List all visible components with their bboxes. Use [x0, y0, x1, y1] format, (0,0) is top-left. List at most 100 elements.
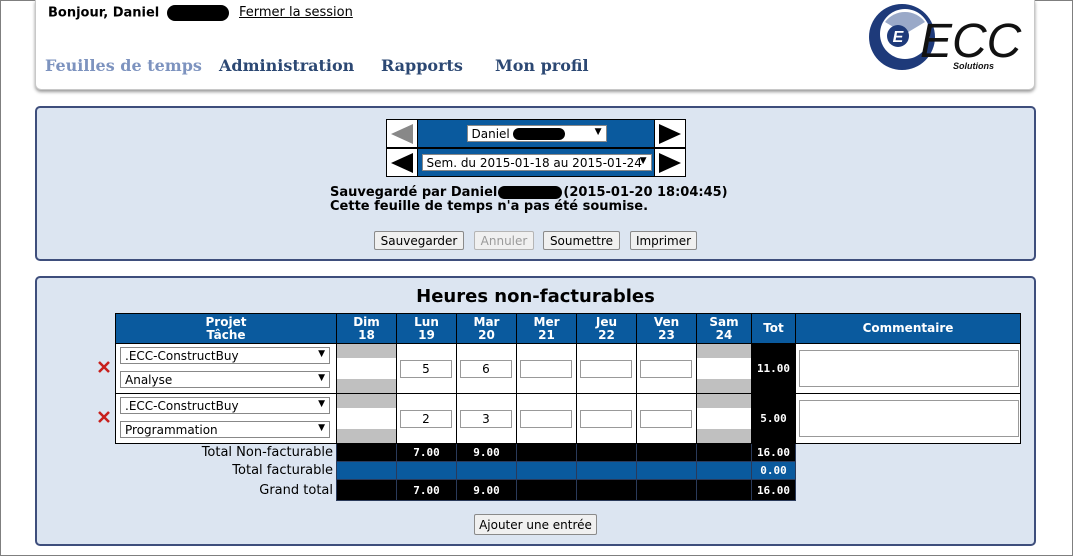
redacted-name: [498, 186, 563, 199]
hours-cell-sun: [336, 343, 397, 394]
day-header-thu: Jeu 22: [576, 313, 637, 344]
hours-input[interactable]: [640, 360, 692, 378]
hours-input[interactable]: [640, 410, 692, 428]
hours-input[interactable]: 6: [460, 360, 512, 378]
print-button[interactable]: Imprimer: [630, 231, 697, 250]
submission-status: Cette feuille de temps n'a pas été soumi…: [330, 199, 649, 214]
hours-input[interactable]: [337, 410, 394, 428]
project-task-header: Projet Tâche: [115, 313, 337, 344]
left-arrow-icon: [391, 152, 413, 173]
hours-input[interactable]: 5: [400, 360, 452, 378]
nav-profile[interactable]: Mon profil: [495, 56, 589, 75]
delete-x-icon: [98, 410, 110, 423]
hours-cell-fri: [636, 343, 697, 394]
hours-cell-thu: [576, 393, 637, 444]
left-arrow-icon: [391, 123, 413, 144]
delete-row-button[interactable]: [93, 344, 116, 394]
chevron-down-icon: ▼: [318, 423, 325, 433]
nav-administration[interactable]: Administration: [219, 56, 354, 75]
right-arrow-icon: [659, 123, 681, 144]
add-entry-button[interactable]: Ajouter une entrée: [474, 514, 597, 535]
task-select[interactable]: Analyse ▼: [120, 371, 330, 388]
prev-week-arrow[interactable]: [386, 148, 418, 177]
svg-text:E: E: [893, 29, 905, 46]
hours-input[interactable]: [697, 410, 749, 428]
hours-cell-wed: [516, 343, 577, 394]
hours-cell-mon: 2: [396, 393, 457, 444]
logout-link[interactable]: Fermer la session: [239, 5, 353, 20]
delete-x-icon: [98, 360, 110, 373]
grand-total-row: Grand total 7.00 9.00 16.00: [93, 479, 1021, 501]
day-header-wed: Mer 21: [516, 313, 577, 344]
svg-text:Solutions: Solutions: [953, 61, 994, 71]
row-total: 5.00: [751, 393, 796, 444]
nonbillable-total: 16.00: [751, 443, 796, 462]
top-header: Bonjour, Daniel Fermer la session Feuill…: [35, 0, 1035, 90]
redacted-name: [512, 127, 565, 140]
comment-textarea[interactable]: [799, 400, 1019, 437]
hours-input[interactable]: [337, 360, 394, 378]
timesheet-table: Projet Tâche Dim 18 Lun 19 Mar 20 Mer 21 Jeu…: [93, 313, 1021, 501]
chevron-down-icon: ▼: [318, 349, 325, 359]
summary-label: Grand total: [259, 482, 333, 498]
chevron-down-icon: ▼: [639, 156, 647, 166]
day-header-mon: Lun 19: [396, 313, 457, 344]
hours-cell-thu: [576, 343, 637, 394]
redacted-name: [166, 5, 229, 21]
next-week-arrow[interactable]: [654, 148, 686, 177]
chevron-down-icon: ▼: [594, 127, 602, 137]
hours-input[interactable]: [580, 360, 632, 378]
hours-cell-fri: [636, 393, 697, 444]
delete-row-button[interactable]: [93, 394, 116, 444]
hours-input[interactable]: 2: [400, 410, 452, 428]
hours-cell-sat: [696, 393, 752, 444]
hours-input[interactable]: [520, 360, 572, 378]
timesheet-selector-panel: Daniel ▼ Sem. du 2015-01-18 au 2015-01-2…: [35, 106, 1036, 261]
comment-header: Commentaire: [795, 313, 1021, 344]
save-status: Sauvegardé par Daniel (2015-01-20 18:04:4…: [330, 185, 728, 214]
comment-cell: [795, 343, 1021, 394]
project-select[interactable]: .ECC-ConstructBuy ▼: [120, 347, 330, 364]
hours-input[interactable]: [697, 360, 749, 378]
day-header-fri: Ven 23: [636, 313, 697, 344]
navigation-box: Daniel ▼ Sem. du 2015-01-18 au 2015-01-2…: [386, 119, 686, 179]
project-task-cell: .ECC-ConstructBuy ▼ Programmation ▼: [115, 393, 337, 444]
user-select-cell: Daniel ▼: [417, 119, 656, 148]
project-task-cell: .ECC-ConstructBuy ▼ Analyse ▼: [115, 343, 337, 394]
table-row: .ECC-ConstructBuy ▼ Programmation ▼ 2 3 5.…: [93, 393, 1021, 444]
billable-total: 0.00: [751, 461, 796, 480]
day-header-sat: Sam 24: [696, 313, 752, 344]
day-header-sun: Dim 18: [336, 313, 397, 344]
nav-reports[interactable]: Rapports: [381, 56, 463, 75]
hours-input[interactable]: 3: [460, 410, 512, 428]
cancel-button[interactable]: Annuler: [474, 231, 534, 250]
table-row: .ECC-ConstructBuy ▼ Analyse ▼ 5 6 11.00: [93, 343, 1021, 394]
nav-timesheets[interactable]: Feuilles de temps: [45, 56, 202, 75]
chevron-down-icon: ▼: [318, 373, 325, 383]
day-header-tue: Mar 20: [456, 313, 517, 344]
hours-cell-tue: 6: [456, 343, 517, 394]
hours-cell-sun: [336, 393, 397, 444]
hours-input[interactable]: [520, 410, 572, 428]
chevron-down-icon: ▼: [318, 399, 325, 409]
submit-button[interactable]: Soumettre: [543, 231, 620, 250]
greeting: Bonjour, Daniel: [48, 5, 229, 21]
comment-textarea[interactable]: [799, 350, 1019, 387]
hours-cell-mon: 5: [396, 343, 457, 394]
hours-cell-tue: 3: [456, 393, 517, 444]
week-select[interactable]: Sem. du 2015-01-18 au 2015-01-24 ▼: [421, 154, 652, 171]
section-title: Heures non-facturables: [416, 286, 655, 307]
right-arrow-icon: [659, 152, 681, 173]
nonbillable-total-row: Total Non-facturable 7.00 9.00 16.00: [93, 443, 1021, 462]
project-select[interactable]: .ECC-ConstructBuy ▼: [120, 397, 330, 414]
hours-panel: Heures non-facturables Projet Tâche Dim 1…: [35, 276, 1036, 546]
comment-cell: [795, 393, 1021, 444]
row-total: 11.00: [751, 343, 796, 394]
prev-user-arrow[interactable]: [386, 119, 418, 148]
save-button[interactable]: Sauvegarder: [374, 231, 464, 250]
task-select[interactable]: Programmation ▼: [120, 421, 330, 438]
summary-label: Total facturable: [232, 463, 333, 478]
next-user-arrow[interactable]: [654, 119, 686, 148]
hours-input[interactable]: [580, 410, 632, 428]
user-select[interactable]: Daniel ▼: [466, 125, 607, 142]
